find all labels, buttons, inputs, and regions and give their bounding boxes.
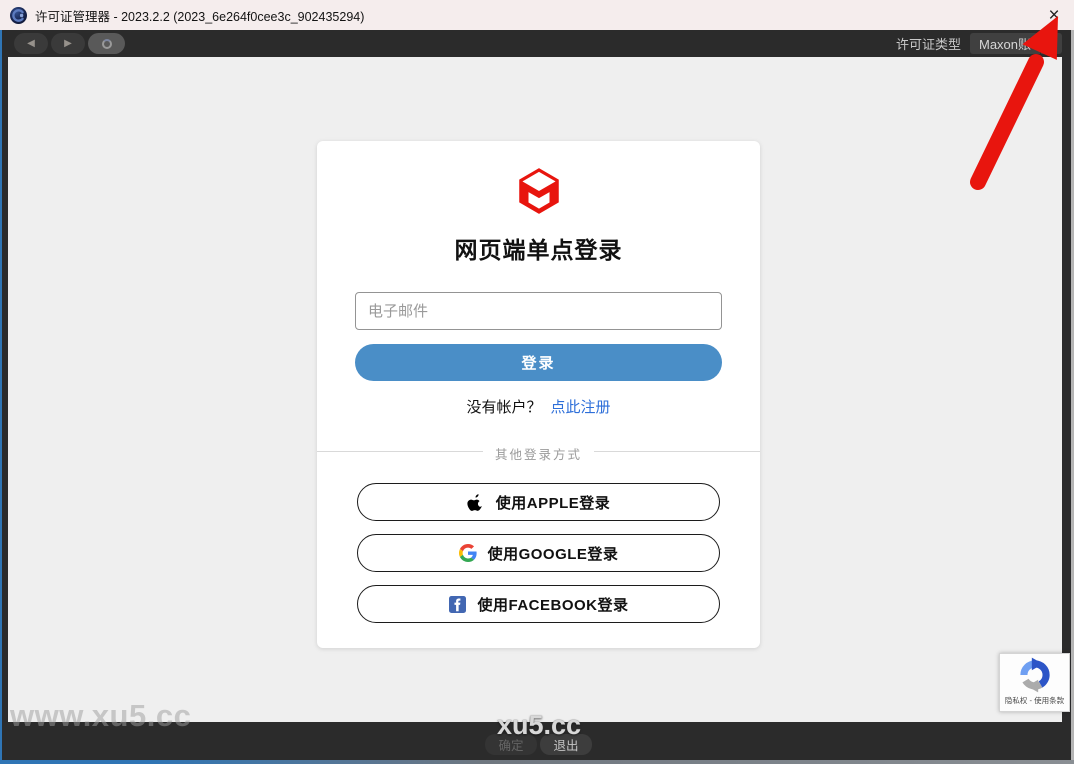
license-type-value: Maxon账号 bbox=[970, 33, 1040, 54]
license-type-group: 许可证类型 Maxon账号 ▼ bbox=[896, 33, 1062, 54]
watermark-bottom-left: www.xu5.cc bbox=[10, 698, 191, 734]
google-login-button[interactable]: 使用GOOGLE登录 bbox=[357, 534, 720, 572]
window-title: 许可证管理器 - 2023.2.2 (2023_6e264f0cee3c_902… bbox=[35, 6, 364, 25]
license-manager-window: 许可证管理器 - 2023.2.2 (2023_6e264f0cee3c_902… bbox=[0, 0, 1074, 764]
apple-login-button[interactable]: 使用APPLE登录 bbox=[357, 483, 720, 521]
recaptcha-badge[interactable]: 隐私权 - 使用条款 bbox=[999, 653, 1070, 712]
email-field[interactable] bbox=[355, 292, 722, 330]
window-border-left bbox=[0, 30, 2, 764]
license-type-label: 许可证类型 bbox=[896, 34, 961, 53]
close-icon[interactable]: × bbox=[1042, 3, 1066, 27]
back-arrow-icon: ◀ bbox=[27, 39, 35, 49]
maxon-logo-icon bbox=[518, 168, 560, 214]
refresh-icon bbox=[102, 39, 112, 49]
window-border-bottom bbox=[0, 760, 1074, 764]
apple-login-label: 使用APPLE登录 bbox=[496, 492, 611, 513]
facebook-icon bbox=[448, 595, 466, 613]
forward-arrow-icon: ▶ bbox=[64, 39, 72, 49]
login-button[interactable]: 登录 bbox=[355, 344, 722, 381]
cinema4d-app-icon bbox=[10, 7, 27, 24]
license-type-dropdown[interactable]: Maxon账号 ▼ bbox=[970, 33, 1062, 54]
register-row: 没有帐户？ 点此注册 bbox=[317, 396, 760, 417]
login-card: 网页端单点登录 登录 没有帐户？ 点此注册 其他登录方式 使用APPLE登录 bbox=[317, 141, 760, 648]
back-button[interactable]: ◀ bbox=[14, 33, 48, 54]
watermark-bottom-center: xu5.cc bbox=[497, 710, 581, 741]
facebook-login-button[interactable]: 使用FACEBOOK登录 bbox=[357, 585, 720, 623]
recaptcha-icon bbox=[1016, 656, 1054, 694]
google-login-label: 使用GOOGLE登录 bbox=[488, 543, 619, 564]
chevron-down-icon: ▼ bbox=[1041, 33, 1062, 54]
titlebar: 许可证管理器 - 2023.2.2 (2023_6e264f0cee3c_902… bbox=[0, 0, 1074, 30]
forward-button[interactable]: ▶ bbox=[51, 33, 85, 54]
toolbar: ◀ ▶ 许可证类型 Maxon账号 ▼ bbox=[0, 30, 1074, 57]
register-link[interactable]: 点此注册 bbox=[551, 396, 611, 417]
refresh-button[interactable] bbox=[88, 33, 125, 54]
other-login-divider: 其他登录方式 bbox=[317, 444, 760, 458]
facebook-login-label: 使用FACEBOOK登录 bbox=[477, 594, 628, 615]
recaptcha-privacy-terms[interactable]: 隐私权 - 使用条款 bbox=[1005, 695, 1064, 706]
no-account-text: 没有帐户？ bbox=[466, 396, 541, 417]
google-icon bbox=[459, 544, 477, 562]
divider-label: 其他登录方式 bbox=[483, 448, 594, 462]
page-title: 网页端单点登录 bbox=[317, 231, 760, 265]
apple-icon bbox=[467, 493, 485, 511]
